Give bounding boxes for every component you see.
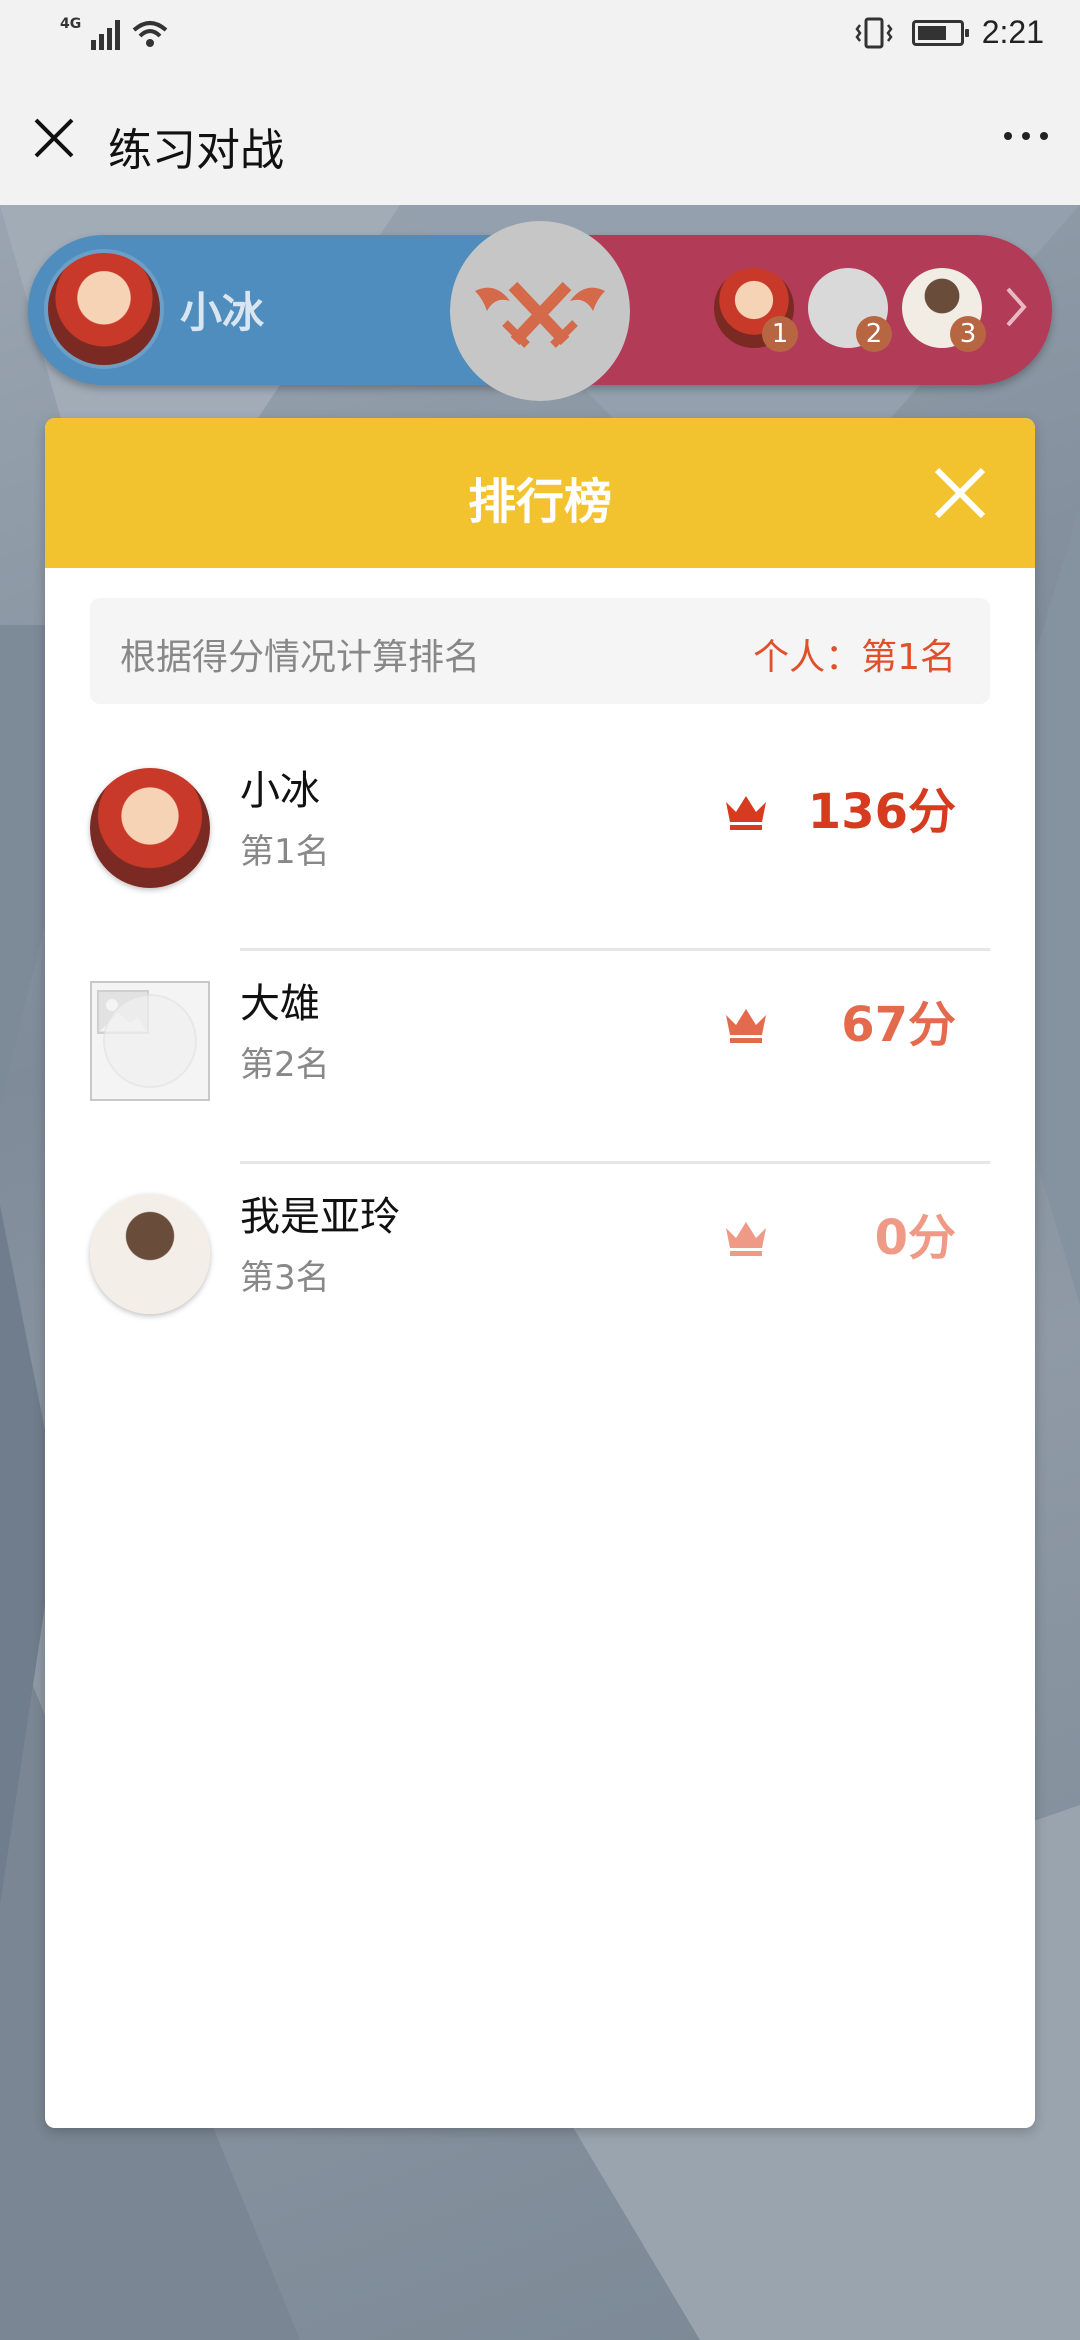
status-bar: 4G 2:21 [0, 0, 1080, 72]
avatar [90, 768, 210, 888]
more-options-button[interactable] [1004, 132, 1048, 140]
app-header: 练习对战 [0, 72, 1080, 205]
my-rank-text: 个人：第1名 [753, 637, 956, 678]
crossed-swords-icon [475, 281, 605, 348]
player-rank: 第1名 [240, 832, 330, 872]
wifi-icon [132, 21, 168, 47]
rank-badge: 2 [856, 316, 892, 352]
rank-badge: 3 [950, 316, 986, 352]
crown-icon [726, 1009, 766, 1043]
dot-icon [1022, 132, 1030, 140]
battery-icon [911, 19, 969, 46]
leaderboard-title: 排行榜 [467, 474, 612, 530]
player-rank: 第3名 [240, 1258, 330, 1298]
player-name: 大雄 [240, 981, 320, 1027]
avatar: 3 [902, 268, 986, 352]
crown-icon [726, 796, 766, 830]
vibrate-icon [855, 17, 893, 48]
clock: 2:21 [981, 14, 1044, 50]
vs-badge [450, 221, 630, 401]
network-type-label: 4G [60, 16, 82, 32]
player-score: 136分 [807, 784, 956, 840]
player-name: 小冰 [240, 768, 320, 814]
dot-icon [1040, 132, 1048, 140]
rank-badge: 1 [762, 316, 798, 352]
avatar: 2 [808, 268, 892, 352]
signal-icon [91, 16, 121, 50]
signal-indicator: 4G [60, 16, 170, 50]
image-placeholder-icon [97, 990, 197, 1088]
close-icon[interactable] [931, 464, 989, 522]
player-score: 0分 [874, 1210, 956, 1266]
page-title: 练习对战 [108, 125, 284, 176]
leaderboard-header: 排行榜 [45, 418, 1035, 568]
rank-list: 小冰 第1名 136分 大雄 第2名 67分 我是亚玲 第3名 0分 [90, 738, 990, 1377]
list-item[interactable]: 我是亚玲 第3名 0分 [90, 1164, 990, 1377]
avatar: 1 [714, 268, 798, 352]
ranking-rule-text: 根据得分情况计算排名 [120, 637, 481, 678]
list-item[interactable]: 小冰 第1名 136分 [90, 738, 990, 951]
ranking-info: 根据得分情况计算排名 个人：第1名 [90, 598, 990, 704]
battle-bar: 小冰 1 2 3 [28, 221, 1052, 401]
player-rank: 第2名 [240, 1045, 330, 1085]
dot-icon [1004, 132, 1012, 140]
chevron-right-icon[interactable] [1004, 285, 1028, 329]
player-name: 我是亚玲 [240, 1194, 400, 1240]
player-score: 67分 [841, 997, 956, 1053]
list-item[interactable]: 大雄 第2名 67分 [90, 951, 990, 1164]
opponent-avatars: 1 2 3 [714, 268, 986, 352]
my-name: 小冰 [180, 288, 265, 337]
leaderboard-panel: 排行榜 根据得分情况计算排名 个人：第1名 小冰 第1名 136分 大雄 第2名… [45, 418, 1035, 2128]
my-avatar [44, 249, 164, 369]
avatar-placeholder [90, 981, 210, 1101]
crown-icon [726, 1222, 766, 1256]
close-icon[interactable] [28, 112, 80, 164]
avatar [90, 1194, 210, 1314]
